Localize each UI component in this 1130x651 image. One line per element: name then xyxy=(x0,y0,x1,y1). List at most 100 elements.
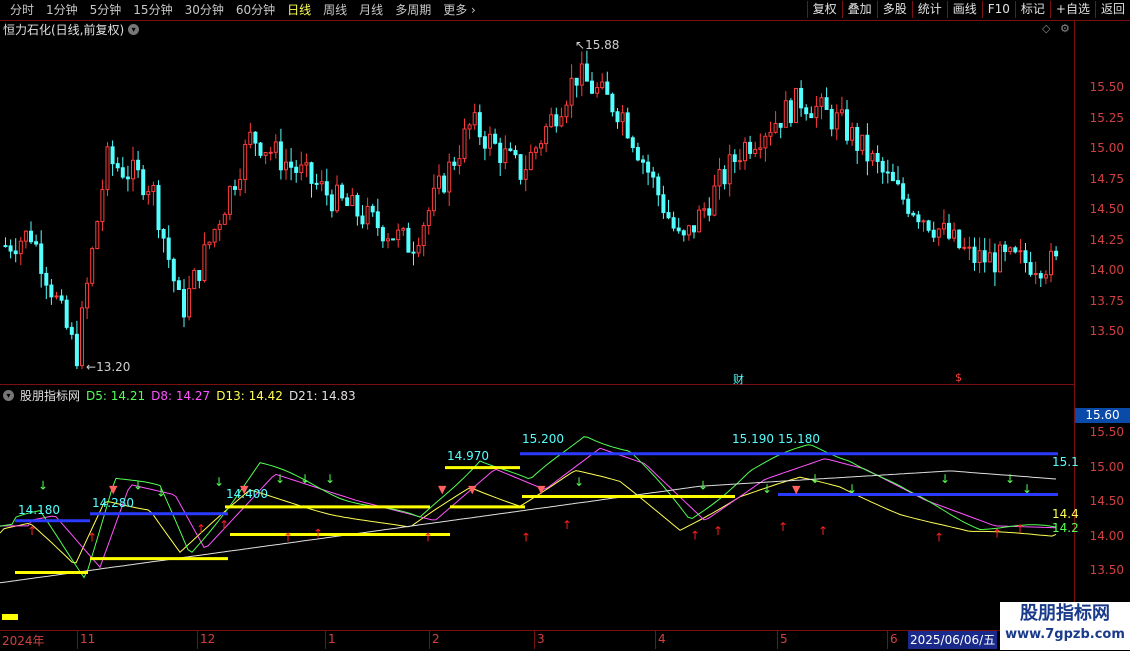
svg-text:↑: ↑ xyxy=(313,526,323,540)
date-label: 5 xyxy=(780,632,788,646)
indicator-lines: ↑ ↑↑ ↑↑ ↑ ↑ ↑↑↑ ↑ ↑ ↑ ↑ ↑ ↑↓ ↓ ↓↓ ↓ ↓ ↓ ↓ ↓ ↓↓↓↓ ↓↓▼ ▼ ▼ ▼ ▼▼ xyxy=(0,436,1058,584)
toolbar-button-1[interactable]: 叠加 xyxy=(841,1,877,18)
current-date-badge: 2025/06/06/五 xyxy=(908,631,998,649)
svg-text:↓: ↓ xyxy=(214,475,224,489)
svg-text:▼: ▼ xyxy=(109,483,118,496)
svg-text:↑: ↑ xyxy=(1015,522,1025,536)
svg-text:↓: ↓ xyxy=(275,472,285,486)
svg-text:↑: ↑ xyxy=(423,530,433,544)
date-label: 11 xyxy=(80,632,96,646)
level-label: 15.180 xyxy=(778,432,820,446)
price-tick: 14.25 xyxy=(1089,232,1124,247)
date-label: 12 xyxy=(200,632,216,646)
svg-text:↑: ↑ xyxy=(778,520,788,534)
period-tab-10[interactable]: 更多 › xyxy=(437,2,482,18)
date-axis: 2024年 11 12 1 2 3 4 5 6 2025/06/06/五 xyxy=(0,630,1075,651)
indicator-value-label: 14.2 xyxy=(1052,521,1079,535)
toolbar-button-4[interactable]: 画线 xyxy=(946,1,982,18)
svg-text:↓: ↓ xyxy=(156,486,166,500)
svg-text:▼: ▼ xyxy=(468,483,477,496)
period-tab-2[interactable]: 5分钟 xyxy=(84,2,128,18)
price-tick: 14.75 xyxy=(1089,171,1124,186)
svg-text:↓: ↓ xyxy=(847,482,857,496)
svg-text:↓: ↓ xyxy=(1022,482,1032,496)
period-tab-4[interactable]: 30分钟 xyxy=(179,2,230,18)
svg-text:↓: ↓ xyxy=(698,479,708,493)
period-tab-8[interactable]: 月线 xyxy=(353,2,389,18)
date-label: 6 xyxy=(890,632,898,646)
top-toolbar: 分时 1分钟 5分钟 15分钟 30分钟 60分钟 日线 周线 月线 多周期 更多 › 复权 叠加 多股… xyxy=(0,0,1130,21)
watermark-title: 股朋指标网 xyxy=(1020,603,1110,624)
date-label: 3 xyxy=(537,632,545,646)
svg-text:↑: ↑ xyxy=(818,524,828,538)
price-tick: 13.75 xyxy=(1089,293,1124,308)
level-label: 15.190 xyxy=(732,432,774,446)
price-tick: 14.50 xyxy=(1089,202,1124,216)
level-label: 14.970 xyxy=(447,449,489,463)
svg-text:↓: ↓ xyxy=(325,472,335,486)
svg-text:↑: ↑ xyxy=(219,518,229,532)
svg-text:↑: ↑ xyxy=(196,522,206,536)
period-tab-1[interactable]: 1分钟 xyxy=(40,2,84,18)
level-label: 15.200 xyxy=(522,432,564,446)
level-label: 14.180 xyxy=(18,503,60,517)
price-tick: 15.50 xyxy=(1089,80,1124,94)
toolbar-button-8[interactable]: 返回 xyxy=(1094,1,1130,18)
svg-text:↓: ↓ xyxy=(1005,472,1015,486)
svg-text:↑: ↑ xyxy=(713,524,723,538)
price-tick: 13.50 xyxy=(1089,324,1124,338)
indicator-tick: 15.50 xyxy=(1089,425,1124,439)
svg-text:↓: ↓ xyxy=(810,472,820,486)
indicator-tick: 13.50 xyxy=(1089,563,1124,577)
price-tick: 15.25 xyxy=(1089,110,1124,125)
chart-canvas[interactable]: ↑ ↑↑ ↑↑ ↑ ↑ ↑↑↑ ↑ ↑ ↑ ↑ ↑ ↑↓ ↓ ↓↓ ↓ ↓ ↓ ↓ ↓ ↓↓↓↓ ↓↓▼ ▼ ▼ ▼ ▼▼ xyxy=(0,20,1075,630)
level-label: 14.280 xyxy=(92,496,134,510)
period-tab-3[interactable]: 15分钟 xyxy=(127,2,178,18)
date-label: 4 xyxy=(658,632,666,646)
toolbar-button-2[interactable]: 多股 xyxy=(876,1,912,18)
svg-text:↑: ↑ xyxy=(521,530,531,544)
candlesticks xyxy=(3,50,1059,370)
svg-text:▼: ▼ xyxy=(537,483,546,496)
svg-text:▼: ▼ xyxy=(438,483,447,496)
current-value-badge: 15.60 xyxy=(1075,408,1130,423)
toolbar-buttons: 复权 叠加 多股 统计 画线 F10 标记 +自选 返回 xyxy=(806,1,1130,18)
svg-text:↓: ↓ xyxy=(574,475,584,489)
toolbar-button-5[interactable]: F10 xyxy=(981,1,1015,18)
low-price-label: ←13.20 xyxy=(86,360,131,374)
toolbar-button-7[interactable]: +自选 xyxy=(1049,1,1095,18)
high-price-label: ↖15.88 xyxy=(575,38,620,52)
price-tick: 15.00 xyxy=(1089,141,1124,155)
date-label: 2024年 xyxy=(2,634,45,648)
svg-text:↓: ↓ xyxy=(300,472,310,486)
svg-text:↑: ↑ xyxy=(283,530,293,544)
watermark-logo: 股朋指标网 www.7gpzb.com xyxy=(1000,602,1130,650)
price-tick: 14.00 xyxy=(1089,263,1124,277)
period-tab-7[interactable]: 周线 xyxy=(317,2,353,18)
period-tab-9[interactable]: 多周期 xyxy=(389,2,437,18)
svg-text:↑: ↑ xyxy=(562,518,572,532)
dividend-marker[interactable]: $ xyxy=(955,371,962,384)
svg-text:↓: ↓ xyxy=(762,482,772,496)
svg-text:↓: ↓ xyxy=(940,472,950,486)
svg-text:↓: ↓ xyxy=(38,479,48,493)
toolbar-button-0[interactable]: 复权 xyxy=(806,1,842,18)
period-tab-6[interactable]: 日线 xyxy=(281,2,317,18)
toolbar-button-3[interactable]: 统计 xyxy=(911,1,947,18)
indicator-tick: 15.00 xyxy=(1089,459,1124,474)
svg-text:▼: ▼ xyxy=(792,483,801,496)
level-label: 14.400 xyxy=(226,487,268,501)
indicator-tick: 14.00 xyxy=(1089,528,1124,543)
svg-text:↑: ↑ xyxy=(690,528,700,542)
indicator-value-label: 15.1 xyxy=(1052,455,1079,469)
period-tab-5[interactable]: 60分钟 xyxy=(230,2,281,18)
date-label: 1 xyxy=(328,632,336,646)
finance-marker[interactable]: 财 xyxy=(733,371,744,387)
period-tabs: 分时 1分钟 5分钟 15分钟 30分钟 60分钟 日线 周线 月线 多周期 更多 › xyxy=(4,2,482,18)
svg-text:↑: ↑ xyxy=(934,530,944,544)
toolbar-button-6[interactable]: 标记 xyxy=(1014,1,1050,18)
svg-text:↓: ↓ xyxy=(133,479,143,493)
svg-text:↑: ↑ xyxy=(87,530,97,544)
svg-text:↑: ↑ xyxy=(992,526,1002,540)
period-tab-0[interactable]: 分时 xyxy=(4,2,40,18)
